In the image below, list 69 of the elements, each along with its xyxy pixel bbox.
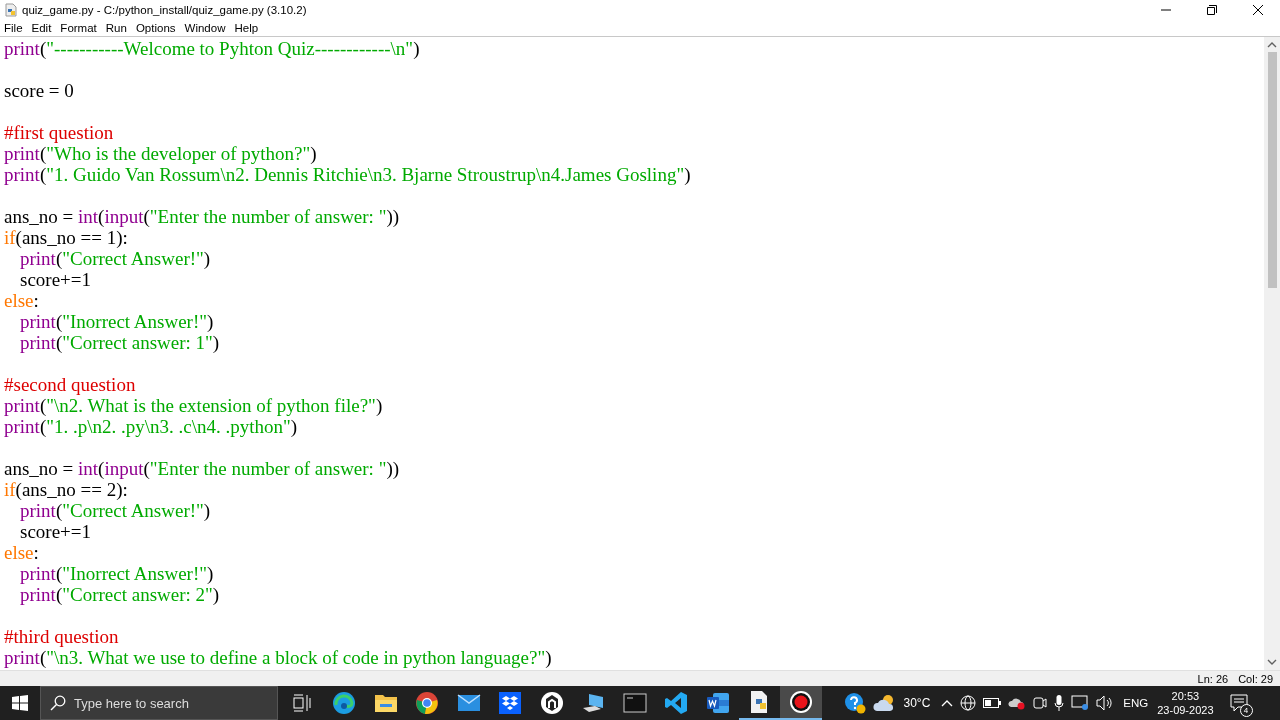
- record-icon: [788, 690, 813, 714]
- camera-icon[interactable]: [1033, 695, 1048, 711]
- code-line: print("Inorrect Answer!"): [20, 563, 214, 584]
- help-icon[interactable]: [843, 692, 866, 714]
- code-line: score = 0: [4, 80, 74, 101]
- menu-item[interactable]: Help: [234, 22, 259, 34]
- display-icon[interactable]: [1071, 695, 1090, 711]
- globe-icon[interactable]: [960, 695, 977, 711]
- task-view-icon: [292, 694, 313, 712]
- code-line: ans_no = int(input("Enter the number of answer: ")): [4, 458, 400, 479]
- menu-item[interactable]: Options: [135, 22, 176, 34]
- restore-icon[interactable]: [1207, 5, 1217, 15]
- search-field[interactable]: Type here to search: [40, 686, 278, 720]
- clock-time[interactable]: 20:53: [1171, 689, 1200, 703]
- chevron-up-icon[interactable]: [941, 699, 954, 707]
- scrollbar[interactable]: [1264, 37, 1280, 670]
- clock-date[interactable]: 23-09-2023: [1157, 703, 1214, 717]
- code-line: else:: [4, 542, 39, 563]
- code-editor-icon: [664, 691, 689, 715]
- python-file-icon: [4, 3, 18, 17]
- menu-item[interactable]: Window: [184, 22, 226, 34]
- line-number: Ln: 26: [1197, 672, 1229, 685]
- code-line: print("1. Guido Van Rossum\n2. Dennis Ritchie\n3. Bjarne Stroustrup\n4.James Gosling"): [4, 164, 691, 185]
- code-line: print("Who is the developer of python?"): [4, 143, 317, 164]
- code-line: print("Correct Answer!"): [20, 248, 211, 269]
- close-icon[interactable]: [1253, 5, 1263, 15]
- microphone-icon[interactable]: [1054, 695, 1065, 711]
- menu-item[interactable]: File: [4, 22, 23, 34]
- cloud-error-icon[interactable]: [1008, 696, 1027, 710]
- code-line: print("Correct answer: 1"): [20, 332, 220, 353]
- computer-icon: [581, 692, 606, 714]
- edge-icon: [332, 691, 357, 715]
- code-line: else:: [4, 290, 39, 311]
- scroll-down-icon[interactable]: [1267, 658, 1277, 666]
- column-number: Col: 29: [1238, 672, 1273, 685]
- code-line: #first question: [4, 122, 114, 143]
- code-line: #third question: [4, 626, 119, 647]
- dropbox-icon: [499, 692, 522, 714]
- chrome-icon: [415, 691, 440, 715]
- code-line: ans_no = int(input("Enter the number of answer: ")): [4, 206, 400, 227]
- code-line: #second question: [4, 374, 136, 395]
- battery-icon[interactable]: [983, 698, 1002, 708]
- code-line: if(ans_no == 2):: [4, 479, 128, 500]
- scroll-up-icon[interactable]: [1267, 41, 1277, 49]
- taskbar-app[interactable]: [780, 686, 822, 720]
- speaker-icon[interactable]: [1096, 695, 1115, 711]
- code-line: score+=1: [20, 269, 92, 290]
- code-line: print("\n2. What is the extension of python file?"): [4, 395, 383, 416]
- envelope-icon: [456, 694, 481, 712]
- temperature[interactable]: 30°C: [903, 696, 931, 710]
- code-line: print("-----------Welcome to Pyhton Quiz------------\n"): [4, 38, 420, 59]
- language-indicator[interactable]: ENG: [1123, 697, 1149, 709]
- scrollbar-thumb[interactable]: [1267, 52, 1277, 288]
- window-title: quiz_game.py - C:/python_install/quiz_game.py (3.10.2): [22, 4, 308, 16]
- document-w-icon: [705, 692, 730, 714]
- menu-item[interactable]: Format: [60, 22, 97, 34]
- code-line: print("Inorrect Answer!"): [20, 311, 214, 332]
- menu-item[interactable]: Run: [105, 22, 127, 34]
- notification-count: 4: [1239, 704, 1253, 717]
- code-line: print("1. .p\n2. .py\n3. .c\n4. .python"): [4, 416, 298, 437]
- code-line: print("Correct Answer!"): [20, 500, 211, 521]
- windows-logo-icon: [12, 695, 28, 711]
- folder-icon: [373, 693, 398, 713]
- terminal-icon: [622, 693, 647, 713]
- code-line: print("Correct answer: 2"): [20, 584, 220, 605]
- code-line: print("\n3. What we use to define a block of code in python language?"): [4, 647, 552, 668]
- code-line: if(ans_no == 1):: [4, 227, 128, 248]
- code-line: score+=1: [20, 521, 92, 542]
- menu-item[interactable]: Edit: [31, 22, 52, 34]
